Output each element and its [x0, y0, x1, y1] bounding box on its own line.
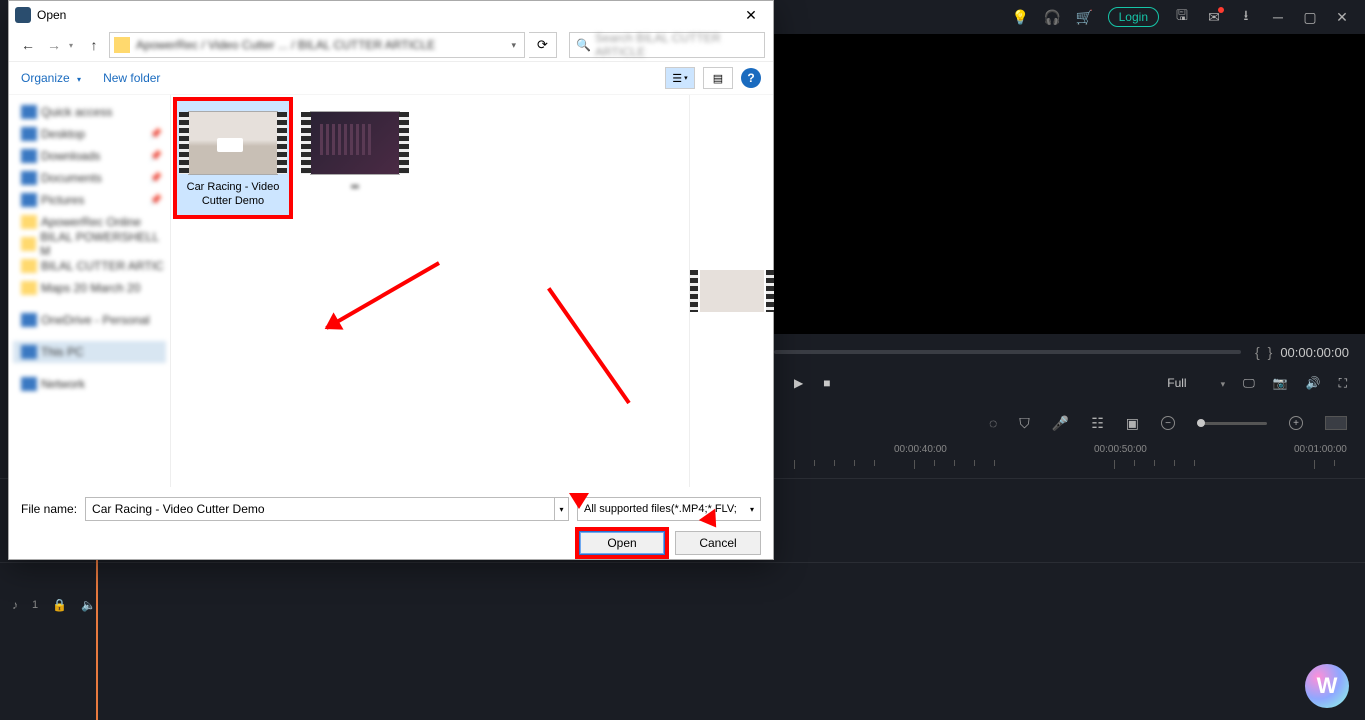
address-bar[interactable]: ApowerRec / Video Cutter ... / BILAL CUT… — [109, 32, 525, 58]
sidebar-item[interactable]: BILAL CUTTER ARTIC — [13, 255, 166, 277]
file-label: Car Racing - Video Cutter Demo — [177, 179, 289, 215]
zoom-in-button[interactable]: + — [1289, 416, 1303, 430]
mute-icon[interactable]: 🔈 — [81, 598, 96, 612]
minimize-icon[interactable]: ─ — [1269, 8, 1287, 26]
new-folder-button[interactable]: New folder — [103, 71, 160, 85]
track-music-icon: ♪ — [12, 598, 18, 612]
nav-back-button[interactable]: ← — [17, 34, 39, 56]
quality-select[interactable]: Full▾ — [1167, 376, 1225, 390]
ruler-label: 00:00:50:00 — [1094, 444, 1147, 455]
nav-up-button[interactable]: ↑ — [83, 34, 105, 56]
filetype-select[interactable]: All supported files(*.MP4;*.FLV;▾ — [577, 497, 761, 521]
marker-icon[interactable]: ⛉ — [1019, 415, 1030, 432]
stop-button[interactable]: ■ — [823, 376, 830, 390]
hint-icon[interactable]: 💡 — [1012, 8, 1030, 26]
snapshot-icon[interactable]: 📷 — [1273, 376, 1288, 390]
crop-icon[interactable]: ▣ — [1126, 415, 1139, 432]
download-icon[interactable]: ⭳ — [1237, 8, 1255, 26]
sidebar-item[interactable]: Pictures📌 — [13, 189, 166, 211]
zoom-out-button[interactable]: − — [1161, 416, 1175, 430]
open-button[interactable]: Open — [579, 531, 665, 555]
close-app-icon[interactable]: ✕ — [1333, 8, 1351, 26]
save-icon[interactable]: 🖫 — [1173, 8, 1191, 26]
display-icon[interactable]: 🖵 — [1243, 376, 1255, 391]
nav-sidebar: Quick access Desktop📌 Downloads📌 Documen… — [9, 95, 171, 487]
brace-left: { — [1255, 344, 1260, 360]
preview-thumbnail — [700, 270, 764, 312]
search-input[interactable]: 🔍 Search BILAL CUTTER ARTICLE — [569, 32, 765, 58]
timeline-ruler[interactable]: 00:00:40:00 00:00:50:00 00:01:00:00 — [774, 442, 1365, 472]
mail-icon[interactable]: ✉ — [1205, 8, 1223, 26]
color-icon[interactable]: ◌ — [989, 415, 997, 431]
sidebar-item[interactable]: Downloads📌 — [13, 145, 166, 167]
organize-button[interactable]: Organize ▾ — [21, 71, 81, 85]
login-button[interactable]: Login — [1108, 7, 1159, 27]
ruler-label: 00:00:40:00 — [894, 444, 947, 455]
dialog-title: Open — [37, 8, 66, 22]
video-preview — [774, 34, 1365, 334]
filename-label: File name: — [21, 502, 77, 516]
help-button[interactable]: ? — [741, 68, 761, 88]
app-icon — [15, 7, 31, 23]
search-icon: 🔍 — [576, 38, 591, 52]
view-mode-button[interactable]: ☰ ▾ — [665, 67, 695, 89]
progress-track[interactable] — [774, 350, 1241, 354]
file-label: ▪▪ — [299, 179, 411, 201]
cart-icon[interactable]: 🛒 — [1076, 8, 1094, 26]
sidebar-item[interactable]: Quick access — [13, 101, 166, 123]
support-icon[interactable]: 🎧 — [1044, 8, 1062, 26]
folder-icon — [114, 37, 130, 53]
timeline-overview[interactable] — [1325, 416, 1347, 430]
filename-input[interactable] — [85, 497, 555, 521]
sidebar-item[interactable]: Documents📌 — [13, 167, 166, 189]
sidebar-item[interactable]: BILAL POWERSHELL M — [13, 233, 166, 255]
search-placeholder: Search BILAL CUTTER ARTICLE — [595, 31, 758, 59]
maximize-icon[interactable]: ▢ — [1301, 8, 1319, 26]
file-item-selected[interactable]: Car Racing - Video Cutter Demo — [177, 101, 289, 215]
ruler-label: 00:01:00:00 — [1294, 444, 1347, 455]
play-button[interactable]: ▶ — [794, 376, 803, 390]
volume-icon[interactable]: 🔊 — [1306, 376, 1321, 390]
track-label: 1 — [32, 599, 38, 611]
address-text: ApowerRec / Video Cutter ... / BILAL CUT… — [136, 38, 435, 52]
video-thumbnail — [310, 111, 400, 175]
sidebar-item[interactable]: Network — [13, 373, 166, 395]
sidebar-item[interactable]: OneDrive - Personal — [13, 309, 166, 331]
refresh-button[interactable]: ⟳ — [529, 32, 557, 58]
sidebar-item[interactable]: This PC — [13, 341, 166, 363]
fullscreen-icon[interactable]: ⛶ — [1339, 376, 1347, 391]
brace-right: } — [1268, 344, 1273, 360]
file-item[interactable]: ▪▪ — [299, 101, 411, 201]
annotation-arrowhead — [569, 493, 589, 519]
file-list: Car Racing - Video Cutter Demo ▪▪ — [171, 95, 689, 487]
zoom-slider[interactable] — [1197, 422, 1267, 425]
audio-track[interactable]: ♪ 1 🔒 🔈 — [0, 562, 1365, 646]
filename-history-caret[interactable]: ▾ — [555, 497, 569, 521]
close-dialog-button[interactable]: ✕ — [735, 3, 767, 27]
sidebar-item[interactable]: Maps 20 March 20 — [13, 277, 166, 299]
address-caret[interactable]: ▾ — [507, 40, 520, 51]
notification-dot — [1218, 7, 1224, 13]
voiceover-icon[interactable]: 🎤 — [1052, 415, 1069, 432]
nav-history-caret[interactable]: ▾ — [69, 41, 73, 50]
lock-icon[interactable]: 🔒 — [52, 598, 67, 612]
preview-pane — [689, 95, 773, 487]
preview-pane-button[interactable]: ▤ — [703, 67, 733, 89]
open-dialog: Open ✕ ← → ▾ ↑ ApowerRec / Video Cutter … — [8, 0, 774, 560]
nav-forward-button[interactable]: → — [43, 34, 65, 56]
video-thumbnail — [188, 111, 278, 175]
timecode: 00:00:00:00 — [1280, 345, 1349, 360]
wondershare-fab[interactable]: W — [1305, 664, 1349, 708]
sidebar-item[interactable]: Desktop📌 — [13, 123, 166, 145]
mixer-icon[interactable]: ☷ — [1091, 415, 1104, 432]
